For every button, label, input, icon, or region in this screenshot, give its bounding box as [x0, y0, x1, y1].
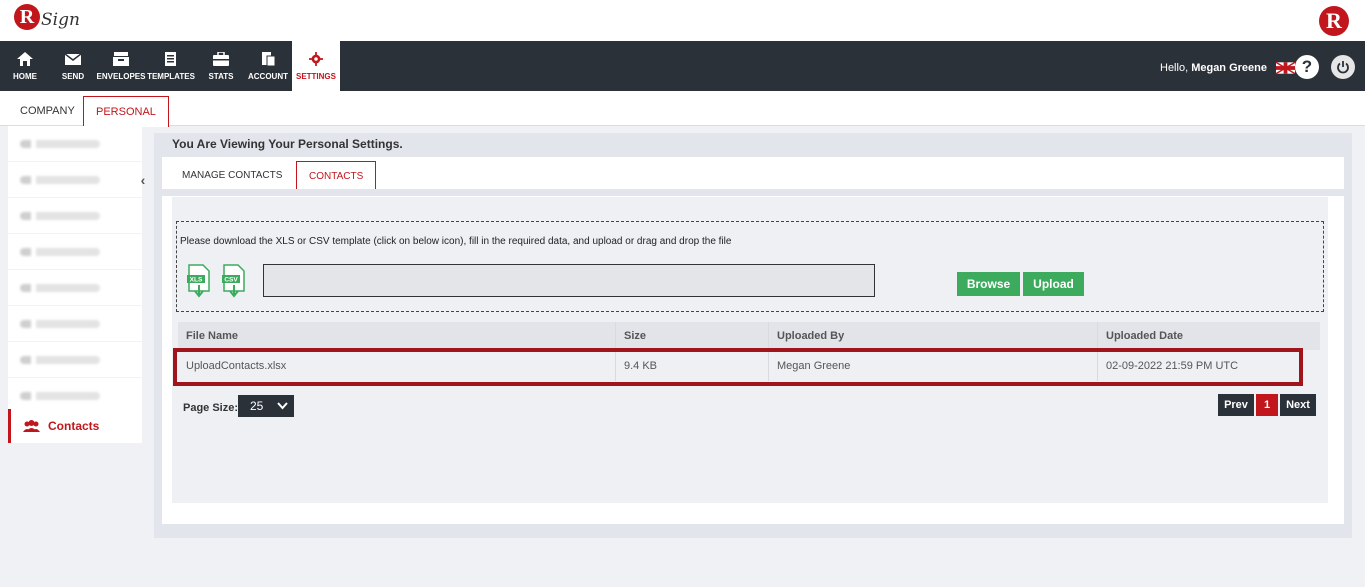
power-icon[interactable] [1331, 55, 1355, 79]
nav-account-label: ACCOUNT [248, 71, 288, 81]
nav-envelopes[interactable]: ENVELOPES [97, 41, 145, 91]
tab-company[interactable]: COMPANY [8, 96, 87, 126]
csv-download-icon[interactable]: CSV [222, 264, 246, 298]
xls-download-icon[interactable]: XLS [187, 264, 211, 298]
page-number-button[interactable]: 1 [1256, 394, 1278, 416]
templates-icon [165, 51, 176, 66]
gear-icon [309, 51, 323, 66]
contacts-tabs: MANAGE CONTACTS CONTACTS [162, 157, 1344, 190]
csv-label: CSV [224, 277, 238, 284]
sidebar-item-blurred[interactable] [8, 162, 142, 198]
greeting-text: Hello, [1160, 62, 1189, 74]
nav-home-label: HOME [13, 71, 37, 81]
rsign-logo[interactable]: R Sign [14, 4, 80, 30]
collapse-sidebar-icon[interactable]: ‹ [137, 172, 149, 188]
cell-size: 9.4 KB [616, 350, 769, 381]
sidebar-item-blurred[interactable] [8, 270, 142, 306]
cell-file-name: UploadContacts.xlsx [178, 350, 616, 381]
user-name: Megan Greene [1191, 62, 1267, 74]
nav-send[interactable]: SEND [56, 41, 90, 91]
nav-settings[interactable]: SETTINGS [292, 41, 340, 91]
uploads-table: File Name Size Uploaded By Uploaded Date… [173, 322, 1320, 386]
cell-uploaded-by: Megan Greene [769, 350, 1098, 381]
nav-settings-label: SETTINGS [295, 71, 336, 81]
sidebar-item-blurred[interactable] [8, 234, 142, 270]
sidebar-item-contacts[interactable]: Contacts [8, 409, 142, 443]
tab-manage-contacts[interactable]: MANAGE CONTACTS [170, 161, 294, 190]
cell-uploaded-date: 02-09-2022 21:59 PM UTC [1106, 359, 1239, 372]
nav-templates-label: TEMPLATES [147, 71, 195, 81]
col-size[interactable]: Size [616, 322, 769, 350]
top-header: R Sign R [0, 0, 1365, 41]
nav-stats[interactable]: STATS [204, 41, 238, 91]
page-size-value: 25 [250, 399, 264, 413]
brand-r-icon: R [1319, 6, 1349, 36]
next-page-button[interactable]: Next [1280, 394, 1316, 416]
page-size-select[interactable]: 25 [238, 395, 294, 417]
stats-icon [213, 51, 229, 66]
contacts-panel: MANAGE CONTACTS CONTACTS Please download… [162, 157, 1344, 524]
account-icon [262, 51, 276, 66]
upload-button[interactable]: Upload [1023, 272, 1084, 296]
nav-account[interactable]: ACCOUNT [247, 41, 289, 91]
main-nav: HOME SEND ENVELOPES TEMPLATES STATS ACCO… [0, 41, 1365, 91]
pagination: Prev 1 Next [1218, 394, 1316, 416]
sidebar-item-blurred[interactable] [8, 198, 142, 234]
file-dropzone[interactable]: Please download the XLS or CSV template … [176, 221, 1324, 312]
logo-sign-text: Sign [41, 10, 80, 30]
nav-home[interactable]: HOME [8, 41, 42, 91]
table-row[interactable]: UploadContacts.xlsx 9.4 KB Megan Greene … [178, 350, 1320, 381]
page-size-label: Page Size: [183, 402, 239, 414]
upload-section: Please download the XLS or CSV template … [172, 197, 1328, 503]
sidebar-contacts-label: Contacts [48, 419, 100, 433]
browse-button[interactable]: Browse [957, 272, 1020, 296]
logo-r-badge: R [14, 4, 40, 30]
settings-sidebar: Contacts [8, 126, 142, 443]
nav-stats-label: STATS [208, 71, 234, 81]
contacts-icon [23, 420, 40, 432]
upload-instructions: Please download the XLS or CSV template … [180, 236, 732, 247]
tab-divider [162, 189, 1344, 196]
settings-subtabs: COMPANY PERSONAL [0, 91, 1365, 127]
envelope-icon [65, 52, 81, 65]
main-panel: You Are Viewing Your Personal Settings. … [154, 133, 1352, 538]
sidebar-item-blurred[interactable] [8, 342, 142, 378]
uk-flag-icon[interactable] [1276, 62, 1295, 74]
page-title: You Are Viewing Your Personal Settings. [172, 137, 403, 151]
tab-contacts[interactable]: CONTACTS [296, 161, 377, 190]
col-file-name[interactable]: File Name [178, 322, 616, 350]
help-icon[interactable]: ? [1295, 55, 1319, 79]
tab-personal[interactable]: PERSONAL [83, 96, 169, 127]
envelopes-icon [113, 51, 129, 66]
chevron-down-icon [277, 402, 288, 410]
home-icon [17, 51, 33, 66]
table-header: File Name Size Uploaded By Uploaded Date [178, 322, 1320, 350]
xls-label: XLS [190, 277, 203, 284]
nav-send-label: SEND [61, 71, 85, 81]
prev-page-button[interactable]: Prev [1218, 394, 1254, 416]
greeting: Hello, Megan Greene [1160, 62, 1267, 74]
nav-templates[interactable]: TEMPLATES [147, 41, 195, 91]
nav-envelopes-label: ENVELOPES [96, 71, 146, 81]
col-uploaded-by[interactable]: Uploaded By [769, 322, 1098, 350]
col-uploaded-date[interactable]: Uploaded Date [1098, 322, 1320, 350]
sidebar-item-blurred[interactable] [8, 306, 142, 342]
file-path-input[interactable] [263, 264, 875, 297]
sidebar-item-blurred[interactable] [8, 126, 142, 162]
